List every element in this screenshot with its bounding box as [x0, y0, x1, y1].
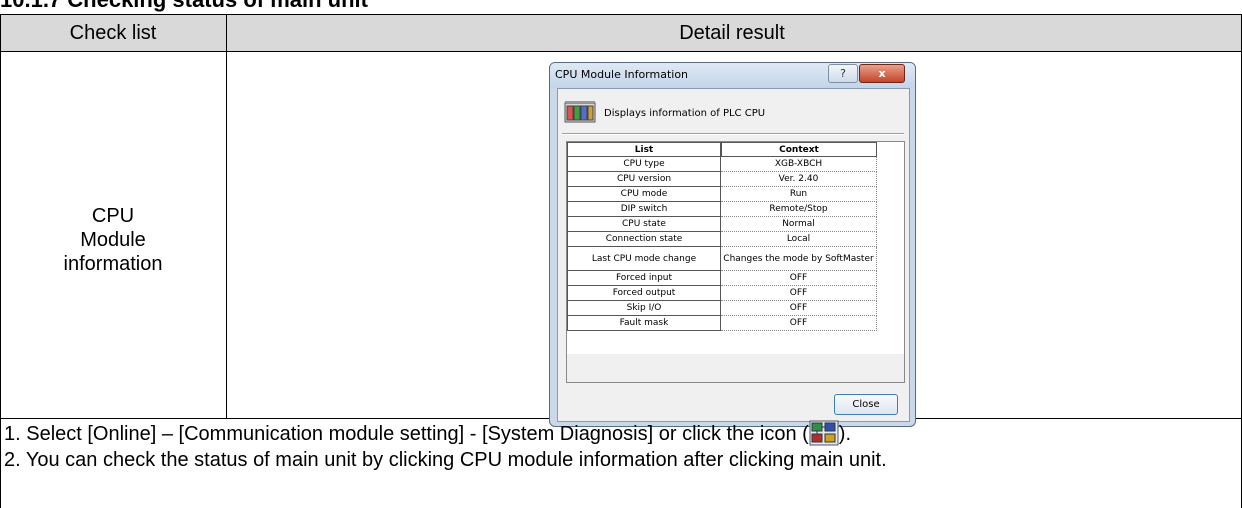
grid-cell-list: Forced output — [567, 286, 721, 301]
grid-cell-list: Last CPU mode change — [567, 247, 721, 271]
table-row[interactable]: Forced output OFF — [567, 286, 877, 301]
grid-cell-context: OFF — [721, 271, 877, 286]
dialog-close-x-button[interactable]: x — [859, 64, 905, 83]
instructions: 1. Select [Online] – [Communication modu… — [4, 420, 887, 474]
separator — [562, 133, 904, 135]
header-check-list: Check list — [69, 22, 157, 44]
section-heading: 10.1.7 Checking status of main unit — [0, 0, 368, 12]
dialog-title: CPU Module Information — [555, 68, 689, 81]
grid-cell-list: CPU type — [567, 157, 721, 172]
table-row[interactable]: CPU state Normal — [567, 217, 877, 232]
table-border-left-lower — [0, 418, 1, 508]
table-row[interactable]: CPU type XGB-XBCH — [567, 157, 877, 172]
grid-cell-context: OFF — [721, 301, 877, 316]
table-header-row: Check list Detail result — [0, 15, 1242, 52]
grid-col-list: List — [567, 142, 721, 157]
table-row[interactable]: Forced input OFF — [567, 271, 877, 286]
table-row[interactable]: Connection state Local — [567, 232, 877, 247]
grid-header-row: List Context — [567, 142, 877, 157]
grid-cell-list: Forced input — [567, 271, 721, 286]
table-row[interactable]: CPU version Ver. 2.40 — [567, 172, 877, 187]
instruction-1-suffix: ). — [838, 423, 852, 445]
table-border-mid — [226, 15, 227, 418]
grid-cell-context: Local — [721, 232, 877, 247]
grid-cell-context: Run — [721, 187, 877, 202]
table-row[interactable]: Last CPU mode change Changes the mode by … — [567, 247, 877, 271]
dialog-description: Displays information of PLC CPU — [604, 108, 766, 119]
grid-cell-list: DIP switch — [567, 202, 721, 217]
table-row[interactable]: DIP switch Remote/Stop — [567, 202, 877, 217]
grid-cell-list: CPU state — [567, 217, 721, 232]
grid-cell-context: OFF — [721, 286, 877, 301]
grid-cell-context: XGB-XBCH — [721, 157, 877, 172]
grid-cell-list: Skip I/O — [567, 301, 721, 316]
info-grid: List Context CPU type XGB-XBCH CPU version Ve… — [566, 141, 905, 356]
grid-cell-context: OFF — [721, 316, 877, 331]
grid-cell-context: Ver. 2.40 — [721, 172, 877, 187]
dialog-client-area: Displays information of PLC CPU List Cont… — [557, 88, 910, 422]
header-detail-result: Detail result — [679, 22, 785, 44]
grid-cell-list: CPU version — [567, 172, 721, 187]
instruction-line-2: 2. You can check the status of main unit… — [4, 449, 887, 471]
grid-cell-context: Remote/Stop — [721, 202, 877, 217]
system-diagnosis-icon — [809, 420, 839, 446]
grid-cell-list: Connection state — [567, 232, 721, 247]
instruction-line-1: 1. Select [Online] – [Communication modu… — [4, 420, 887, 447]
close-button[interactable]: Close — [834, 394, 898, 415]
table-row[interactable]: Fault mask OFF — [567, 316, 877, 331]
instruction-1-text: 1. Select [Online] – [Communication modu… — [4, 423, 809, 445]
grid-cell-list: CPU mode — [567, 187, 721, 202]
table-row[interactable]: CPU mode Run — [567, 187, 877, 202]
cpu-module-dialog: CPU Module Information ? x Displays info… — [549, 62, 916, 427]
grid-col-context: Context — [721, 142, 877, 157]
table-row[interactable]: Skip I/O OFF — [567, 301, 877, 316]
grid-cell-list: Fault mask — [567, 316, 721, 331]
plc-rack-icon — [564, 101, 596, 123]
grid-empty-area — [566, 354, 905, 383]
help-button[interactable]: ? — [828, 64, 858, 83]
grid-cell-context: Changes the mode by SoftMaster — [721, 247, 877, 271]
row-label-cpu-module-info: CPU Module information — [63, 205, 163, 275]
grid-cell-context: Normal — [721, 217, 877, 232]
